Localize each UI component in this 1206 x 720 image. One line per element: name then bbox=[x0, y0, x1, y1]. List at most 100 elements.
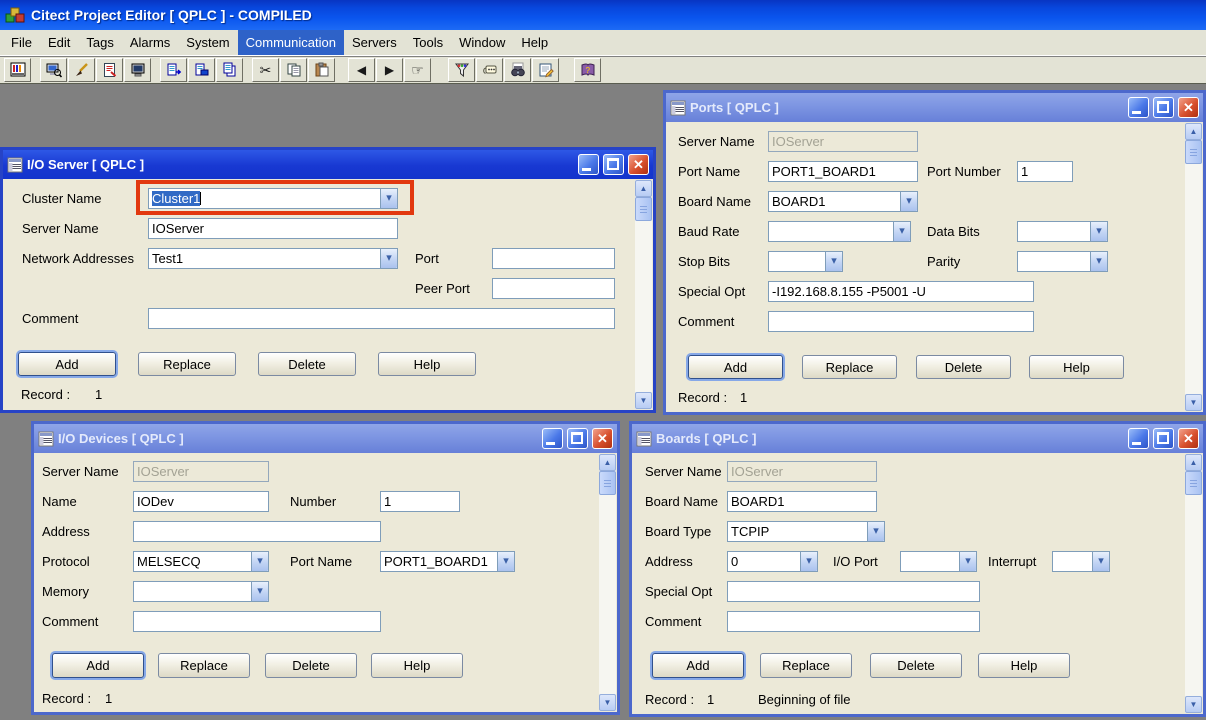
port-name-combobox[interactable]: PORT1_BOARD1 bbox=[380, 551, 515, 572]
maximize-button[interactable] bbox=[603, 154, 624, 175]
close-button[interactable] bbox=[1178, 97, 1199, 118]
chevron-down-icon[interactable] bbox=[900, 192, 917, 211]
menu-alarms[interactable]: Alarms bbox=[122, 30, 178, 55]
baud-rate-combobox[interactable] bbox=[768, 221, 911, 242]
add-button[interactable]: Add bbox=[18, 352, 116, 376]
chevron-down-icon[interactable] bbox=[251, 582, 268, 601]
address-field[interactable] bbox=[133, 521, 381, 542]
chevron-down-icon[interactable] bbox=[800, 552, 817, 571]
scroll-thumb[interactable] bbox=[635, 197, 652, 221]
scroll-down-icon[interactable]: ▼ bbox=[1185, 696, 1202, 713]
scroll-down-icon[interactable]: ▼ bbox=[635, 392, 652, 409]
memory-combobox[interactable] bbox=[133, 581, 269, 602]
add-button[interactable]: Add bbox=[52, 653, 144, 678]
board-type-combobox[interactable]: TCPIP bbox=[727, 521, 885, 542]
ports-title-bar[interactable]: Ports [ QPLC ] bbox=[666, 93, 1203, 122]
help-button[interactable]: Help bbox=[378, 352, 476, 376]
name-field[interactable] bbox=[133, 491, 269, 512]
comment-field[interactable] bbox=[727, 611, 980, 632]
vertical-scrollbar[interactable]: ▲ ▼ bbox=[635, 180, 652, 409]
close-button[interactable] bbox=[1178, 428, 1199, 449]
scroll-thumb[interactable] bbox=[1185, 140, 1202, 164]
delete-button[interactable]: Delete bbox=[258, 352, 356, 376]
peer-port-field[interactable] bbox=[492, 278, 615, 299]
io-port-combobox[interactable] bbox=[900, 551, 977, 572]
maximize-button[interactable] bbox=[1153, 97, 1174, 118]
vertical-scrollbar[interactable]: ▲ ▼ bbox=[1185, 123, 1202, 411]
data-bits-combobox[interactable] bbox=[1017, 221, 1108, 242]
scroll-up-icon[interactable]: ▲ bbox=[1185, 454, 1202, 471]
server-name-field[interactable] bbox=[148, 218, 398, 239]
replace-button[interactable]: Replace bbox=[760, 653, 852, 678]
scroll-down-icon[interactable]: ▼ bbox=[1185, 394, 1202, 411]
minimize-button[interactable] bbox=[542, 428, 563, 449]
scroll-down-icon[interactable]: ▼ bbox=[599, 694, 616, 711]
comment-field[interactable] bbox=[133, 611, 381, 632]
menu-tags[interactable]: Tags bbox=[78, 30, 121, 55]
delete-button[interactable]: Delete bbox=[265, 653, 357, 678]
scroll-up-icon[interactable]: ▲ bbox=[635, 180, 652, 197]
minimize-button[interactable] bbox=[578, 154, 599, 175]
chevron-down-icon[interactable] bbox=[380, 189, 397, 208]
stop-bits-combobox[interactable] bbox=[768, 251, 843, 272]
special-opt-field[interactable] bbox=[768, 281, 1034, 302]
vertical-scrollbar[interactable]: ▲ ▼ bbox=[599, 454, 616, 711]
menu-tools[interactable]: Tools bbox=[405, 30, 451, 55]
help-button[interactable]: Help bbox=[978, 653, 1070, 678]
paste-record-icon[interactable] bbox=[188, 58, 215, 82]
scroll-up-icon[interactable]: ▲ bbox=[1185, 123, 1202, 140]
comment-field[interactable] bbox=[148, 308, 615, 329]
chevron-down-icon[interactable] bbox=[1092, 552, 1109, 571]
protocol-combobox[interactable]: MELSECQ bbox=[133, 551, 269, 572]
edit-properties-icon[interactable] bbox=[532, 58, 559, 82]
special-opt-field[interactable] bbox=[727, 581, 980, 602]
find-icon[interactable] bbox=[504, 58, 531, 82]
scroll-up-icon[interactable]: ▲ bbox=[599, 454, 616, 471]
board-name-field[interactable] bbox=[727, 491, 877, 512]
io-server-title-bar[interactable]: I/O Server [ QPLC ] bbox=[3, 150, 653, 179]
chevron-down-icon[interactable] bbox=[825, 252, 842, 271]
add-button[interactable]: Add bbox=[652, 653, 744, 678]
menu-communication[interactable]: Communication bbox=[238, 30, 344, 55]
io-devices-title-bar[interactable]: I/O Devices [ QPLC ] bbox=[34, 424, 617, 453]
maximize-button[interactable] bbox=[1153, 428, 1174, 449]
copy-icon[interactable] bbox=[280, 58, 307, 82]
menu-help[interactable]: Help bbox=[513, 30, 556, 55]
vertical-scrollbar[interactable]: ▲ ▼ bbox=[1185, 454, 1202, 713]
menu-system[interactable]: System bbox=[178, 30, 237, 55]
compile-filter-icon[interactable] bbox=[448, 58, 475, 82]
network-addresses-combobox[interactable]: Test1 bbox=[148, 248, 398, 269]
add-button[interactable]: Add bbox=[688, 355, 783, 379]
interrupt-combobox[interactable] bbox=[1052, 551, 1110, 572]
comment-icon[interactable] bbox=[476, 58, 503, 82]
duplicate-record-icon[interactable] bbox=[216, 58, 243, 82]
chevron-down-icon[interactable] bbox=[959, 552, 976, 571]
number-field[interactable] bbox=[380, 491, 460, 512]
goto-record-icon[interactable]: ☞ bbox=[404, 58, 431, 82]
close-button[interactable] bbox=[592, 428, 613, 449]
scroll-thumb[interactable] bbox=[599, 471, 616, 495]
copy-record-icon[interactable] bbox=[160, 58, 187, 82]
minimize-button[interactable] bbox=[1128, 428, 1149, 449]
paste-icon[interactable] bbox=[308, 58, 335, 82]
chevron-down-icon[interactable] bbox=[1090, 222, 1107, 241]
parity-combobox[interactable] bbox=[1017, 251, 1108, 272]
compile-icon[interactable] bbox=[4, 58, 31, 82]
chevron-down-icon[interactable] bbox=[867, 522, 884, 541]
menu-edit[interactable]: Edit bbox=[40, 30, 78, 55]
chevron-down-icon[interactable] bbox=[1090, 252, 1107, 271]
replace-button[interactable]: Replace bbox=[802, 355, 897, 379]
find-computer-icon[interactable] bbox=[40, 58, 67, 82]
chevron-down-icon[interactable] bbox=[893, 222, 910, 241]
menu-file[interactable]: File bbox=[3, 30, 40, 55]
computer-setup-icon[interactable] bbox=[124, 58, 151, 82]
scroll-thumb[interactable] bbox=[1185, 471, 1202, 495]
page-editor-icon[interactable] bbox=[96, 58, 123, 82]
next-record-icon[interactable]: ▶ bbox=[376, 58, 403, 82]
chevron-down-icon[interactable] bbox=[497, 552, 514, 571]
boards-title-bar[interactable]: Boards [ QPLC ] bbox=[632, 424, 1203, 453]
address-combobox[interactable]: 0 bbox=[727, 551, 818, 572]
menu-window[interactable]: Window bbox=[451, 30, 513, 55]
cut-icon[interactable]: ✂ bbox=[252, 58, 279, 82]
delete-button[interactable]: Delete bbox=[916, 355, 1011, 379]
